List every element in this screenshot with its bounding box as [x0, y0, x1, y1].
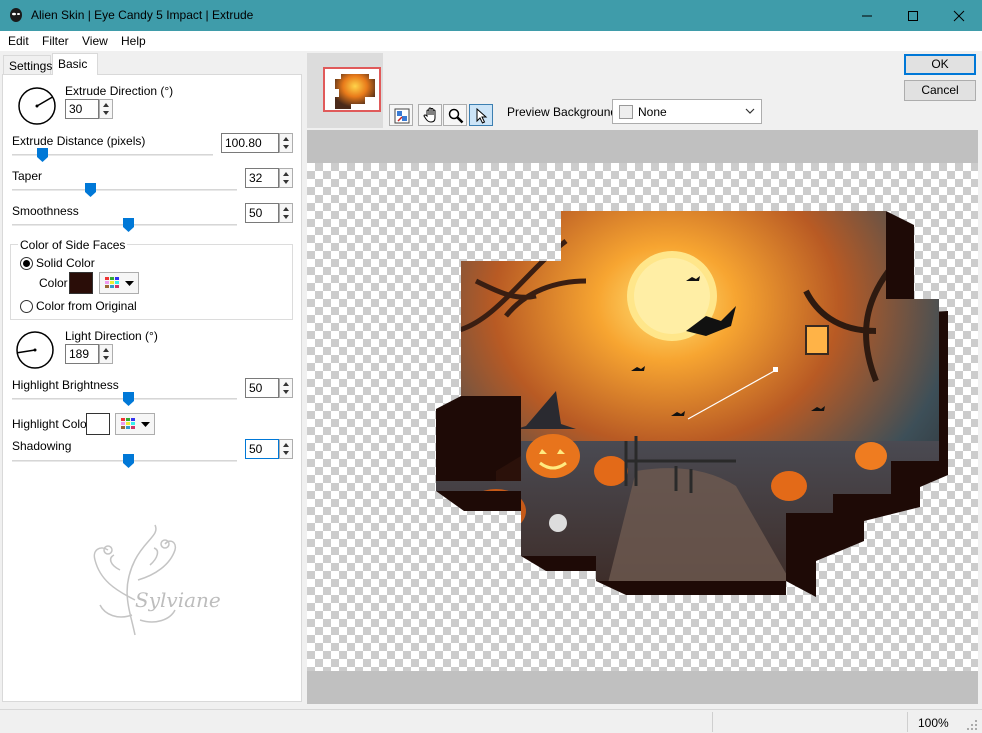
side-color-label: Color [39, 276, 68, 290]
cancel-button[interactable]: Cancel [904, 80, 976, 101]
smoothness-slider-thumb[interactable] [123, 218, 134, 232]
minimize-button[interactable] [844, 0, 890, 31]
menu-help[interactable]: Help [121, 34, 146, 48]
shadowing-slider-thumb[interactable] [123, 454, 134, 468]
extrude-distance-input[interactable]: 100.80 [221, 133, 293, 153]
menu-bar: Edit Filter View Help [0, 31, 982, 51]
shadowing-label: Shadowing [12, 439, 72, 453]
menu-view[interactable]: View [82, 34, 108, 48]
extrude-distance-label: Extrude Distance (pixels) [12, 134, 146, 148]
title-bar: Alien Skin | Eye Candy 5 Impact | Extrud… [0, 0, 982, 31]
hand-tool-button[interactable] [418, 104, 442, 126]
taper-value: 32 [249, 171, 263, 185]
highlight-brightness-value: 50 [249, 381, 263, 395]
extruded-halloween-preview[interactable] [436, 211, 948, 631]
watermark-signature: Sylviane [135, 588, 221, 612]
status-divider [712, 712, 713, 732]
menu-edit[interactable]: Edit [8, 34, 29, 48]
shadowing-spinner[interactable] [279, 439, 293, 459]
maximize-icon [908, 11, 918, 21]
extrude-distance-spinner[interactable] [279, 133, 293, 153]
preview-toggle-icon [394, 108, 410, 124]
zoom-tool-button[interactable] [443, 104, 467, 126]
taper-slider-thumb[interactable] [85, 183, 96, 197]
chevron-down-icon [141, 422, 150, 427]
taper-input[interactable]: 32 [245, 168, 293, 188]
solid-color-label: Solid Color [36, 256, 95, 270]
extrude-direction-input[interactable]: 30 [65, 99, 113, 119]
smoothness-label: Smoothness [12, 204, 79, 218]
preview-toggle-button[interactable] [389, 104, 413, 126]
light-direction-value: 189 [69, 347, 90, 361]
zoom-icon [448, 108, 464, 124]
light-direction-dial[interactable] [15, 330, 55, 370]
palette-icon [121, 418, 135, 429]
light-direction-spinner[interactable] [99, 344, 113, 364]
light-direction-label: Light Direction (°) [65, 329, 158, 343]
shadowing-value: 50 [249, 442, 263, 456]
status-bar: 100% [0, 709, 982, 733]
preview-background-value: None [638, 105, 667, 119]
floral-watermark-graphic [93, 524, 177, 636]
sylviane-watermark: Sylviane [80, 520, 240, 648]
taper-label: Taper [12, 169, 43, 183]
shadowing-input[interactable]: 50 [245, 439, 293, 459]
highlight-brightness-slider-thumb[interactable] [123, 392, 134, 406]
zoom-level: 100% [918, 716, 949, 730]
smoothness-spinner[interactable] [279, 203, 293, 223]
tab-settings[interactable]: Settings [3, 55, 52, 75]
navigator-preview-image [335, 74, 375, 109]
extrude-distance-value: 100.80 [225, 136, 262, 150]
color-from-original-radio[interactable] [20, 300, 33, 313]
tab-basic[interactable]: Basic [52, 53, 98, 75]
pointer-tool-button[interactable] [469, 104, 493, 126]
palette-icon [105, 277, 119, 288]
extrude-direction-value: 30 [69, 102, 83, 116]
side-color-swatch[interactable] [69, 272, 93, 294]
highlight-brightness-label: Highlight Brightness [12, 378, 119, 392]
color-from-original-label: Color from Original [36, 299, 137, 313]
highlight-color-palette-button[interactable] [115, 413, 155, 435]
window-title: Alien Skin | Eye Candy 5 Impact | Extrud… [31, 8, 254, 22]
navigator-thumbnail[interactable] [323, 67, 381, 112]
minimize-icon [862, 15, 872, 17]
hand-icon [423, 107, 436, 123]
close-icon [953, 10, 965, 22]
maximize-button[interactable] [890, 0, 936, 31]
preview-background-swatch [619, 105, 633, 119]
pointer-icon [476, 108, 488, 124]
ok-button[interactable]: OK [904, 54, 976, 75]
highlight-color-swatch[interactable] [86, 413, 110, 435]
status-divider [907, 712, 908, 732]
extrude-direction-spinner[interactable] [99, 99, 113, 119]
highlight-brightness-spinner[interactable] [279, 378, 293, 398]
smoothness-value: 50 [249, 206, 263, 220]
highlight-color-label: Highlight Color [12, 417, 91, 431]
light-direction-input[interactable]: 189 [65, 344, 113, 364]
extrude-distance-slider-thumb[interactable] [37, 148, 48, 162]
menu-filter[interactable]: Filter [42, 34, 69, 48]
side-faces-group-label: Color of Side Faces [18, 238, 128, 252]
preview-background-select[interactable]: None [612, 99, 762, 124]
chevron-down-icon [125, 281, 134, 286]
smoothness-input[interactable]: 50 [245, 203, 293, 223]
close-button[interactable] [936, 0, 982, 31]
extrude-direction-label: Extrude Direction (°) [65, 84, 174, 98]
alien-skin-icon [10, 8, 22, 22]
side-color-palette-button[interactable] [99, 272, 139, 294]
preview-background-label: Preview Background: [507, 105, 621, 119]
taper-slider[interactable] [12, 189, 237, 191]
resize-grip-icon[interactable] [966, 719, 978, 731]
taper-spinner[interactable] [279, 168, 293, 188]
extrude-direction-dial[interactable] [17, 86, 57, 126]
highlight-brightness-input[interactable]: 50 [245, 378, 293, 398]
chevron-down-icon [745, 108, 755, 114]
solid-color-radio[interactable] [20, 257, 33, 270]
